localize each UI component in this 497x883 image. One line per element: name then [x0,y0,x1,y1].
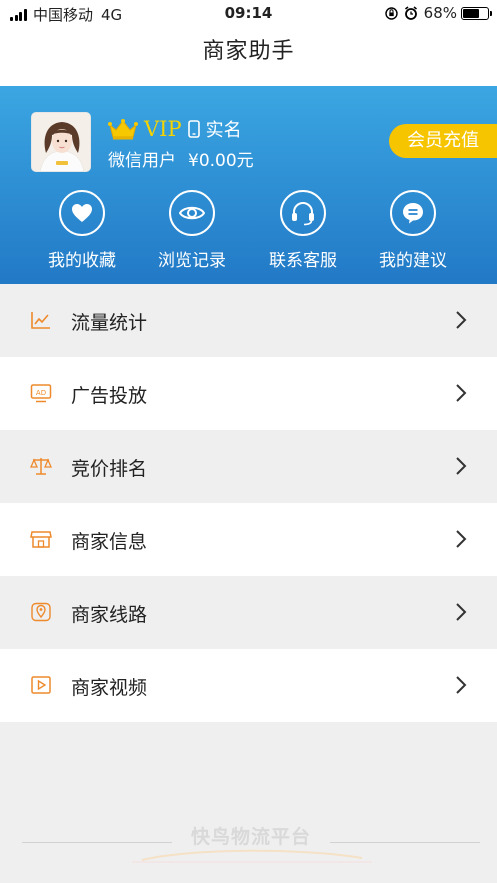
menu-item-label: 商家信息 [71,531,148,553]
ad-icon: AD [30,384,52,403]
svg-text:AD: AD [36,389,46,397]
menu-item-label: 商家视频 [71,677,148,699]
footer-swoosh-icon [132,849,372,863]
menu-item-label: 广告投放 [71,385,148,407]
menu-item-advertising[interactable]: AD 广告投放 [0,357,497,430]
realname-label: 实名 [205,120,242,141]
chevron-right-icon [456,603,467,621]
menu-item-merchant-routes[interactable]: 商家线路 [0,576,497,649]
quick-action-label: 我的建议 [379,251,447,271]
orientation-lock-icon [384,6,398,20]
line-chart-icon [31,312,50,329]
menu-item-label: 竞价排名 [71,458,148,480]
battery-fill [463,8,480,18]
page-title: 商家助手 [0,28,497,86]
menu-item-traffic-stats[interactable]: 流量统计 [0,284,497,357]
quick-action-history[interactable]: 浏览记录 [137,190,247,271]
chevron-right-icon [456,457,467,475]
user-info: 微信用户 ¥0.00元 [108,146,254,171]
quick-action-label: 浏览记录 [158,251,226,271]
quick-action-favorites[interactable]: 我的收藏 [27,190,137,271]
battery-percent: 68% [423,4,457,22]
menu-list: 流量统计 AD 广告投放 竞价排名 商家信息 商家线路 商家视频 [0,284,497,722]
status-right: 68% [384,4,492,22]
avatar[interactable] [31,112,91,172]
scale-icon [30,458,52,475]
vip-label: VIP [144,117,182,141]
heart-icon [59,190,105,236]
chevron-right-icon [456,530,467,548]
recharge-button[interactable]: 会员充值 [389,124,497,158]
chevron-right-icon [456,676,467,694]
quick-action-label: 联系客服 [269,251,337,271]
menu-item-label: 流量统计 [71,312,148,334]
menu-item-merchant-info[interactable]: 商家信息 [0,503,497,576]
profile-banner: VIP 实名 微信用户 ¥0.00元 会员充值 我的收藏 浏览记录 联系客服 我… [0,86,497,284]
headset-icon [280,190,326,236]
video-icon [31,676,51,694]
alarm-icon [404,6,417,20]
quick-action-label: 我的收藏 [48,251,116,271]
location-pin-icon [31,602,51,622]
footer-logo: 快鸟物流平台 [22,820,480,870]
chat-bubble-icon [390,190,436,236]
username: 微信用户 [108,151,176,171]
quick-action-suggestion[interactable]: 我的建议 [358,190,468,271]
status-bar: 中国移动 4G 09:14 68% [0,0,497,28]
phone-icon [187,120,200,138]
store-icon [30,531,52,548]
chevron-right-icon [456,311,467,329]
battery-icon [461,6,492,20]
chevron-right-icon [456,384,467,402]
menu-item-label: 商家线路 [71,604,148,626]
eye-icon [169,190,215,236]
menu-item-merchant-video[interactable]: 商家视频 [0,649,497,722]
menu-item-bid-ranking[interactable]: 竞价排名 [0,430,497,503]
crown-icon [108,119,138,140]
avatar-image [32,113,90,171]
balance: ¥0.00元 [188,151,254,171]
quick-action-support[interactable]: 联系客服 [248,190,358,271]
vip-row: VIP 实名 [108,116,242,142]
